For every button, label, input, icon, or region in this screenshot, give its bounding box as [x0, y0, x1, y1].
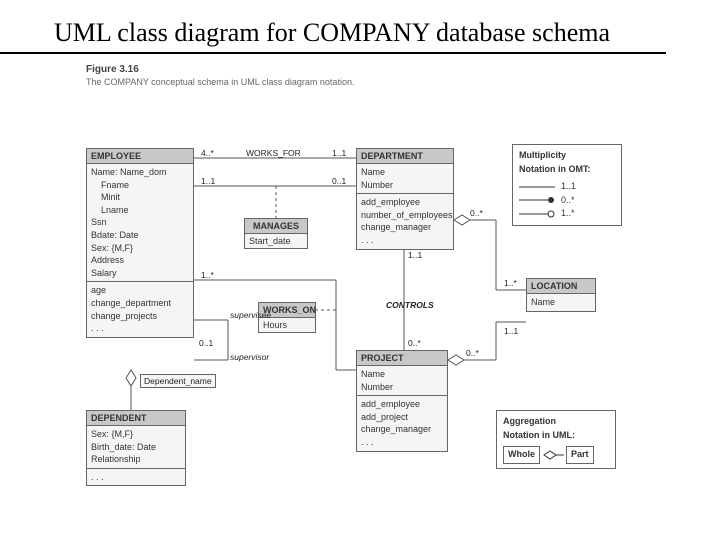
mult: 1..*	[504, 278, 517, 288]
op: add_employee	[361, 398, 443, 411]
mult: 0..*	[470, 208, 483, 218]
op: add_project	[361, 411, 443, 424]
op: add_employee	[361, 196, 449, 209]
class-location-title: LOCATION	[527, 279, 595, 294]
attr: Lname	[91, 204, 189, 217]
attr: Minit	[91, 191, 189, 204]
legend-text: 1..*	[561, 207, 575, 221]
class-project-title: PROJECT	[357, 351, 447, 366]
op: change_manager	[361, 221, 449, 234]
legend-row: 0..*	[519, 194, 615, 208]
role-supervisee: supervisee	[230, 310, 271, 320]
assoc-manages-attr: Start_date	[245, 234, 307, 248]
attr: Sex: {M,F}	[91, 242, 189, 255]
class-department-attrs: Name Number	[357, 164, 453, 194]
class-project-attrs: Name Number	[357, 366, 447, 396]
page-title: UML class diagram for COMPANY database s…	[0, 0, 666, 54]
hollow-circle-icon	[519, 210, 555, 218]
attr: Name	[531, 296, 591, 309]
mult: 0..1	[199, 338, 213, 348]
attr: Birth_date: Date	[91, 441, 181, 454]
mult: 1..1	[408, 250, 422, 260]
legend-whole: Whole	[503, 446, 540, 464]
legend-omt-title1: Multiplicity	[519, 149, 615, 163]
attr: Fname	[91, 179, 189, 192]
mult: 1..1	[201, 176, 215, 186]
attr: Relationship	[91, 453, 181, 466]
diagram-canvas: EMPLOYEE Name: Name_dom Fname Minit Lnam…	[86, 130, 656, 510]
attr: Ssn	[91, 216, 189, 229]
legend-text: 1..1	[561, 180, 576, 194]
figure-caption: The COMPANY conceptual schema in UML cla…	[86, 77, 720, 87]
mult: 1..*	[201, 270, 214, 280]
mult: 1..1	[504, 326, 518, 336]
class-project-ops: add_employee add_project change_manager …	[357, 396, 447, 450]
figure-number: Figure 3.16	[86, 64, 720, 75]
attr: Number	[361, 381, 443, 394]
mult: 0..*	[408, 338, 421, 348]
class-dependent-attrs: Sex: {M,F} Birth_date: Date Relationship	[87, 426, 185, 469]
mult: 0..1	[332, 176, 346, 186]
line-icon	[519, 183, 555, 191]
op: change_department	[91, 297, 189, 310]
attr: Bdate: Date	[91, 229, 189, 242]
diamond-icon	[542, 450, 564, 460]
legend-row: 1..*	[519, 207, 615, 221]
class-department-ops: add_employee number_of_employees change_…	[357, 194, 453, 248]
class-dependent-title: DEPENDENT	[87, 411, 185, 426]
legend-text: 0..*	[561, 194, 575, 208]
rel-works-for: WORKS_FOR	[246, 148, 301, 158]
role-supervisor: supervisor	[230, 352, 269, 362]
legend-part: Part	[566, 446, 594, 464]
legend-row: Whole Part	[503, 446, 609, 464]
mult: 4..*	[201, 148, 214, 158]
rel-controls: CONTROLS	[386, 300, 434, 310]
mult: 1..1	[332, 148, 346, 158]
attr: Sex: {M,F}	[91, 428, 181, 441]
filled-circle-icon	[519, 196, 555, 204]
assoc-workson-attr: Hours	[259, 318, 315, 332]
class-project: PROJECT Name Number add_employee add_pro…	[356, 350, 448, 452]
class-employee-ops: age change_department change_projects . …	[87, 282, 193, 336]
attr: Name	[361, 368, 443, 381]
op: . . .	[91, 471, 181, 484]
mult: 0..*	[466, 348, 479, 358]
assoc-manages: MANAGES Start_date	[244, 218, 308, 249]
attr: Name: Name_dom	[91, 166, 189, 179]
attr: Address	[91, 254, 189, 267]
qualifier-dependent-name: Dependent_name	[140, 374, 216, 388]
op: change_projects	[91, 310, 189, 323]
op: change_manager	[361, 423, 443, 436]
op: number_of_employees	[361, 209, 449, 222]
attr: Name	[361, 166, 449, 179]
legend-aggregation: Aggregation Notation in UML: Whole Part	[496, 410, 616, 469]
legend-row: 1..1	[519, 180, 615, 194]
legend-agg-title2: Notation in UML:	[503, 429, 609, 443]
class-employee: EMPLOYEE Name: Name_dom Fname Minit Lnam…	[86, 148, 194, 338]
class-location: LOCATION Name	[526, 278, 596, 312]
op: . . .	[361, 436, 443, 449]
op: . . .	[361, 234, 449, 247]
assoc-manages-title: MANAGES	[245, 219, 307, 234]
class-employee-title: EMPLOYEE	[87, 149, 193, 164]
op: . . .	[91, 322, 189, 335]
class-department-title: DEPARTMENT	[357, 149, 453, 164]
class-department: DEPARTMENT Name Number add_employee numb…	[356, 148, 454, 250]
legend-omt: Multiplicity Notation in OMT: 1..1 0..* …	[512, 144, 622, 226]
class-employee-attrs: Name: Name_dom Fname Minit Lname Ssn Bda…	[87, 164, 193, 282]
op: age	[91, 284, 189, 297]
legend-omt-title2: Notation in OMT:	[519, 163, 615, 177]
attr: Salary	[91, 267, 189, 280]
attr: Number	[361, 179, 449, 192]
legend-agg-title1: Aggregation	[503, 415, 609, 429]
class-dependent: DEPENDENT Sex: {M,F} Birth_date: Date Re…	[86, 410, 186, 486]
